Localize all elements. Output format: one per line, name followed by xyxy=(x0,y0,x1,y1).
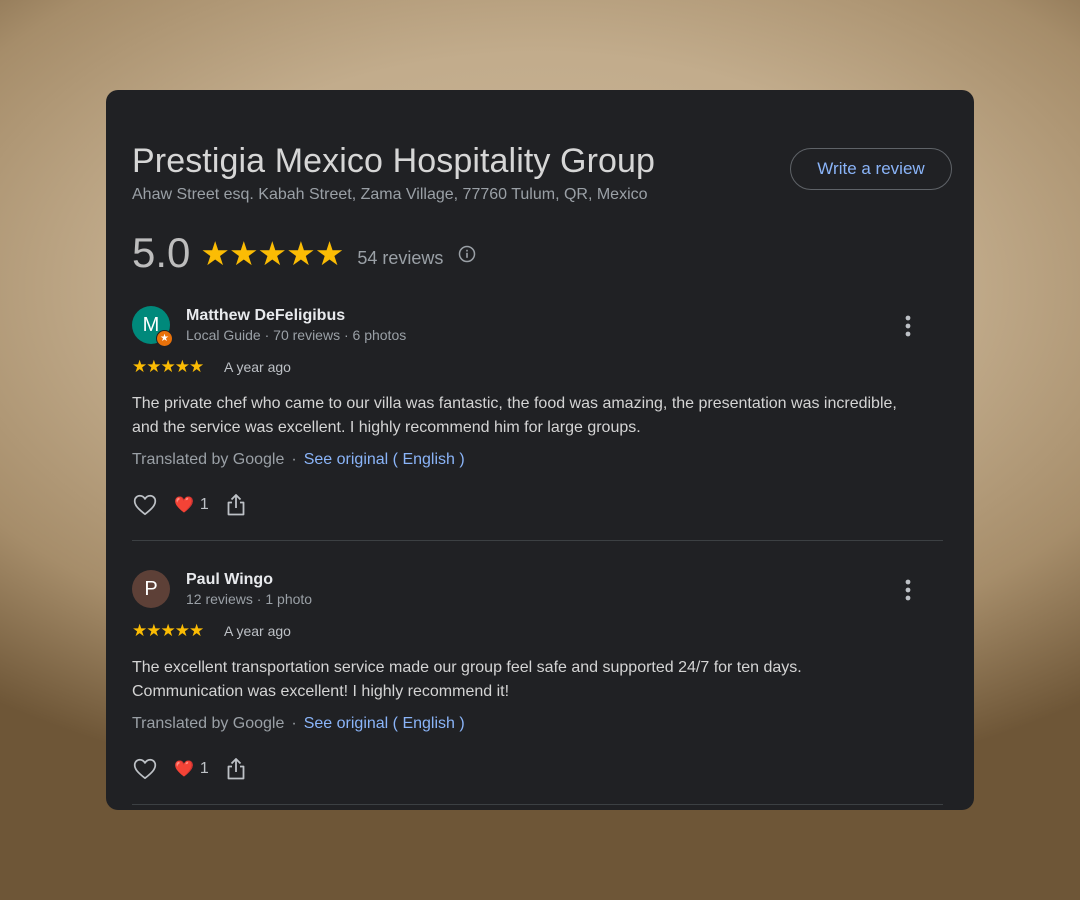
translation-row: Translated by Google · See original ( Engl… xyxy=(132,451,465,469)
reviewer-meta: 12 reviews · 1 photo xyxy=(186,591,313,607)
like-heart-icon[interactable] xyxy=(132,756,158,782)
reviewer-meta: Local Guide · 70 reviews · 6 photos xyxy=(186,327,407,343)
review-text: The excellent transportation service mad… xyxy=(132,659,802,700)
reviewer-name[interactable]: Matthew DeFeligibus xyxy=(186,307,345,325)
like-heart-icon[interactable] xyxy=(132,492,158,518)
separator-dot: · xyxy=(291,451,297,468)
see-original-link[interactable]: See original ( English ) xyxy=(304,715,465,732)
reaction-heart-icon: ❤️ xyxy=(174,497,194,514)
translated-by-label: Translated by Google xyxy=(132,451,285,468)
review-text: The private chef who came to our villa w… xyxy=(132,395,897,436)
like-count: 1 xyxy=(199,760,209,777)
average-rating-stars: ★★★★★ xyxy=(200,234,344,272)
like-count: 1 xyxy=(199,496,209,513)
review-stars: ★★★★★ xyxy=(132,621,204,640)
translated-by-label: Translated by Google xyxy=(132,715,285,732)
review-stars: ★★★★★ xyxy=(132,357,204,376)
rating-summary: 5.0 ★★★★★ 54 reviews xyxy=(132,228,476,278)
reviews-panel: Prestigia Mexico Hospitality Group Ahaw … xyxy=(106,90,974,810)
review-actions: ❤️ 1 xyxy=(132,754,247,784)
review-divider xyxy=(132,540,943,541)
more-options-icon[interactable] xyxy=(900,314,916,338)
place-address: Ahaw Street esq. Kabah Street, Zama Vill… xyxy=(132,186,648,203)
share-icon[interactable] xyxy=(225,757,247,781)
avatar[interactable]: M ★ xyxy=(132,306,173,347)
info-icon[interactable] xyxy=(458,245,476,263)
avatar-letter: P xyxy=(144,577,158,600)
reviewer-name[interactable]: Paul Wingo xyxy=(186,571,273,589)
average-rating: 5.0 xyxy=(132,229,191,276)
more-options-icon[interactable] xyxy=(900,578,916,602)
local-guide-star-icon: ★ xyxy=(156,330,173,347)
see-original-link[interactable]: See original ( English ) xyxy=(304,451,465,468)
review-actions: ❤️ 1 xyxy=(132,490,247,520)
review-date: A year ago xyxy=(224,623,291,639)
review-divider xyxy=(132,804,943,805)
avatar[interactable]: P xyxy=(132,570,170,608)
place-name: Prestigia Mexico Hospitality Group xyxy=(132,142,656,180)
share-icon[interactable] xyxy=(225,493,247,517)
review-date: A year ago xyxy=(224,359,291,375)
reaction-heart-icon: ❤️ xyxy=(174,761,194,778)
review-count: 54 reviews xyxy=(357,247,444,268)
translation-row: Translated by Google · See original ( Engl… xyxy=(132,715,465,733)
write-review-button[interactable]: Write a review xyxy=(790,148,952,190)
separator-dot: · xyxy=(291,715,297,732)
